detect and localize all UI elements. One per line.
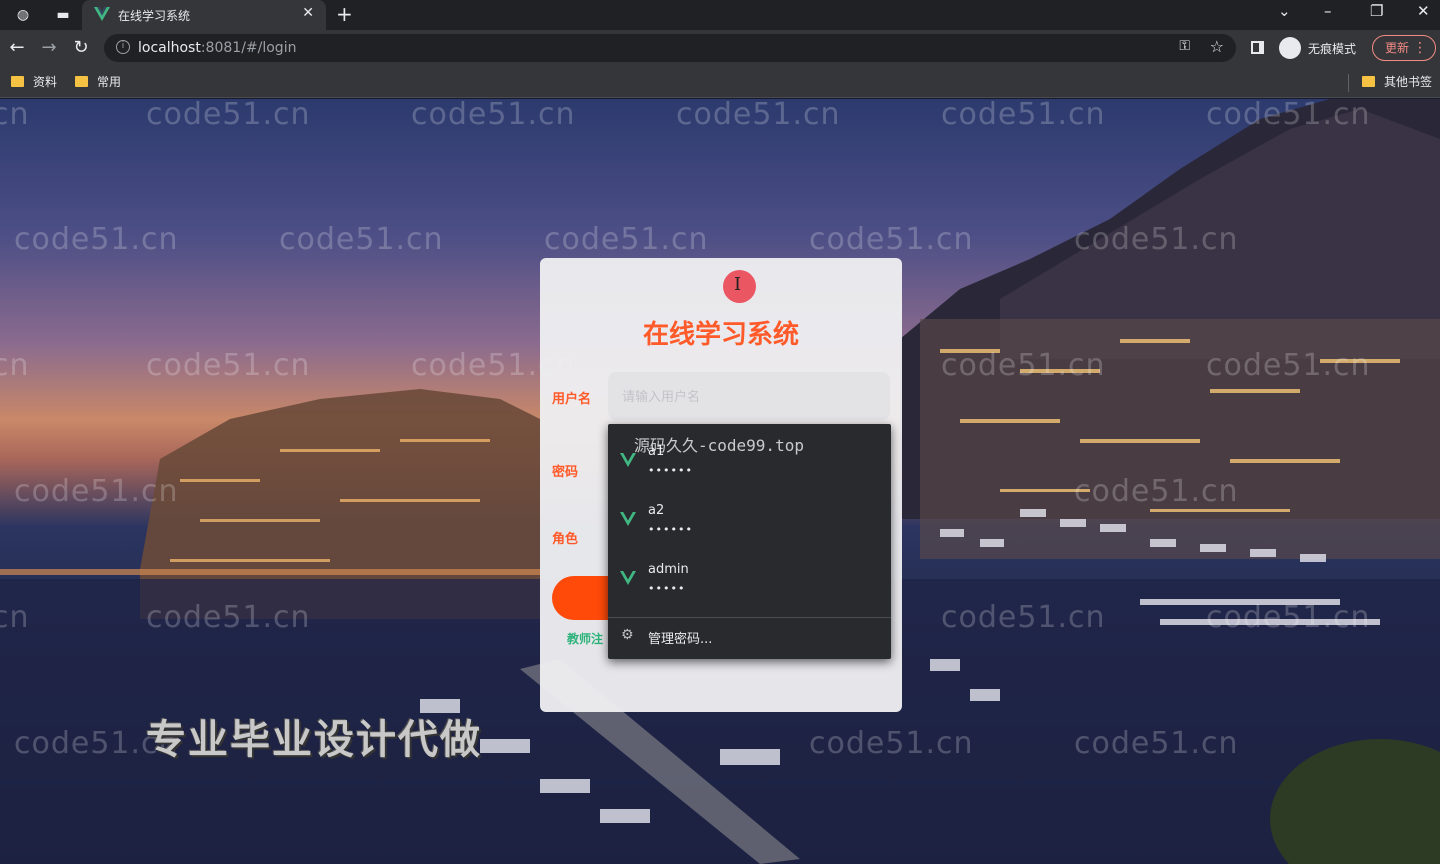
password-key-icon[interactable]: ⚿ — [1179, 38, 1190, 54]
autofill-password-mask: ••••• — [648, 582, 686, 595]
watermark-text: code51.cn — [14, 474, 179, 509]
watermark-text: code51.cn — [941, 600, 1106, 635]
close-window-button[interactable]: ✕ — [1417, 2, 1430, 20]
autofill-account-item[interactable]: a2 •••••• — [608, 491, 891, 549]
address-bar[interactable]: i localhost:8081/#/login ⚿ ☆ — [104, 34, 1236, 62]
watermark-text: cn — [0, 600, 30, 635]
username-label: 用户名 — [552, 392, 592, 407]
teacher-register-link[interactable]: 教师注 — [567, 630, 603, 647]
overlay-watermark-text: 源码久久-code99.top — [634, 436, 804, 455]
vue-logo-icon — [620, 571, 636, 585]
bookmarks-divider — [1348, 74, 1349, 92]
autofill-password-mask: •••••• — [648, 523, 693, 536]
watermark-text: code51.cn — [146, 600, 311, 635]
folder-icon — [11, 76, 24, 87]
watermark-text: code51.cn — [146, 99, 311, 132]
role-label: 角色 — [552, 532, 579, 547]
vue-logo-icon — [94, 7, 110, 21]
bookmark-star-icon[interactable]: ☆ — [1210, 37, 1224, 56]
watermark-text: code51.cn — [1074, 474, 1239, 509]
watermark-text: cn — [0, 348, 30, 383]
reload-button[interactable]: ↻ — [70, 37, 92, 59]
new-tab-button[interactable]: + — [336, 2, 353, 26]
watermark-text: code51.cn — [1206, 99, 1371, 132]
url-text[interactable]: localhost:8081/#/login — [138, 40, 296, 56]
forward-button[interactable]: → — [38, 37, 60, 59]
watermark-text: code51.cn — [146, 348, 311, 383]
cursor-click-indicator: I — [723, 270, 756, 303]
password-label: 密码 — [552, 465, 579, 480]
watermark-text: code51.cn — [941, 99, 1106, 132]
manage-passwords-label: 管理密码... — [648, 632, 713, 647]
back-button[interactable]: ← — [6, 37, 28, 59]
globe-icon[interactable]: ◍ — [10, 4, 36, 26]
autofill-username: a2 — [648, 503, 665, 518]
site-info-icon[interactable]: i — [116, 40, 130, 54]
browser-tab[interactable]: 在线学习系统 ✕ — [82, 0, 326, 30]
folder-icon — [75, 76, 88, 87]
bookmark-folder-changyong[interactable]: 常用 — [75, 74, 121, 90]
watermark-text: code51.cn — [1206, 600, 1371, 635]
gear-icon: ⚙ — [621, 627, 634, 643]
text-cursor-icon: I — [734, 274, 742, 295]
update-button[interactable]: 更新 ⋮ — [1372, 35, 1436, 61]
close-tab-icon[interactable]: ✕ — [302, 5, 314, 21]
watermark-text: code51.cn — [544, 222, 709, 257]
incognito-label[interactable]: 无痕模式 — [1308, 40, 1356, 57]
watermark-text: code51.cn — [1206, 348, 1371, 383]
manage-passwords-item[interactable]: ⚙ 管理密码... — [608, 622, 891, 652]
minimize-button[interactable]: – — [1324, 2, 1332, 20]
watermark-text: code51.cn — [941, 348, 1106, 383]
watermark-text: cn — [0, 99, 30, 132]
autofill-username: admin — [648, 562, 689, 577]
browser-tab-bar: ◍ ▬ 在线学习系统 ✕ + ⌄ – ❐ ✕ — [0, 0, 1440, 30]
side-panel-icon[interactable] — [1251, 41, 1264, 54]
folder-icon — [1362, 76, 1375, 87]
watermark-text: code51.cn — [1074, 222, 1239, 257]
tab-search-icon[interactable]: ▬ — [50, 4, 76, 26]
watermark-text: code51.cn — [809, 222, 974, 257]
autofill-divider — [608, 617, 891, 618]
watermark-text: code51.cn — [809, 726, 974, 761]
vue-logo-icon — [620, 512, 636, 526]
other-bookmarks[interactable]: 其他书签 — [1362, 74, 1432, 90]
watermark-text: code51.cn — [411, 99, 576, 132]
promo-overlay-text: 专业毕业设计代做 — [146, 717, 482, 763]
username-input[interactable] — [608, 372, 890, 420]
watermark-text: code51.cn — [279, 222, 444, 257]
restore-button[interactable]: ❐ — [1370, 2, 1383, 20]
tab-list-chevron-icon[interactable]: ⌄ — [1278, 2, 1291, 20]
autofill-account-item[interactable]: admin ••••• — [608, 550, 891, 608]
menu-dots-icon: ⋮ — [1413, 40, 1427, 56]
browser-toolbar: ← → ↻ i localhost:8081/#/login ⚿ ☆ 无痕模式 … — [0, 30, 1440, 66]
tab-title: 在线学习系统 — [118, 9, 191, 23]
bookmark-folder-ziliao[interactable]: 资料 — [11, 74, 57, 90]
watermark-text: code51.cn — [676, 99, 841, 132]
password-autofill-dropdown: a1 •••••• a2 •••••• admin ••••• ⚙ 管理密码..… — [608, 424, 891, 659]
autofill-password-mask: •••••• — [648, 464, 693, 477]
watermark-text: code51.cn — [1074, 726, 1239, 761]
incognito-icon[interactable] — [1279, 37, 1301, 59]
watermark-text: code51.cn — [14, 222, 179, 257]
login-title: 在线学习系统 — [642, 320, 799, 350]
bookmarks-bar: 资料 常用 其他书签 — [0, 66, 1440, 98]
